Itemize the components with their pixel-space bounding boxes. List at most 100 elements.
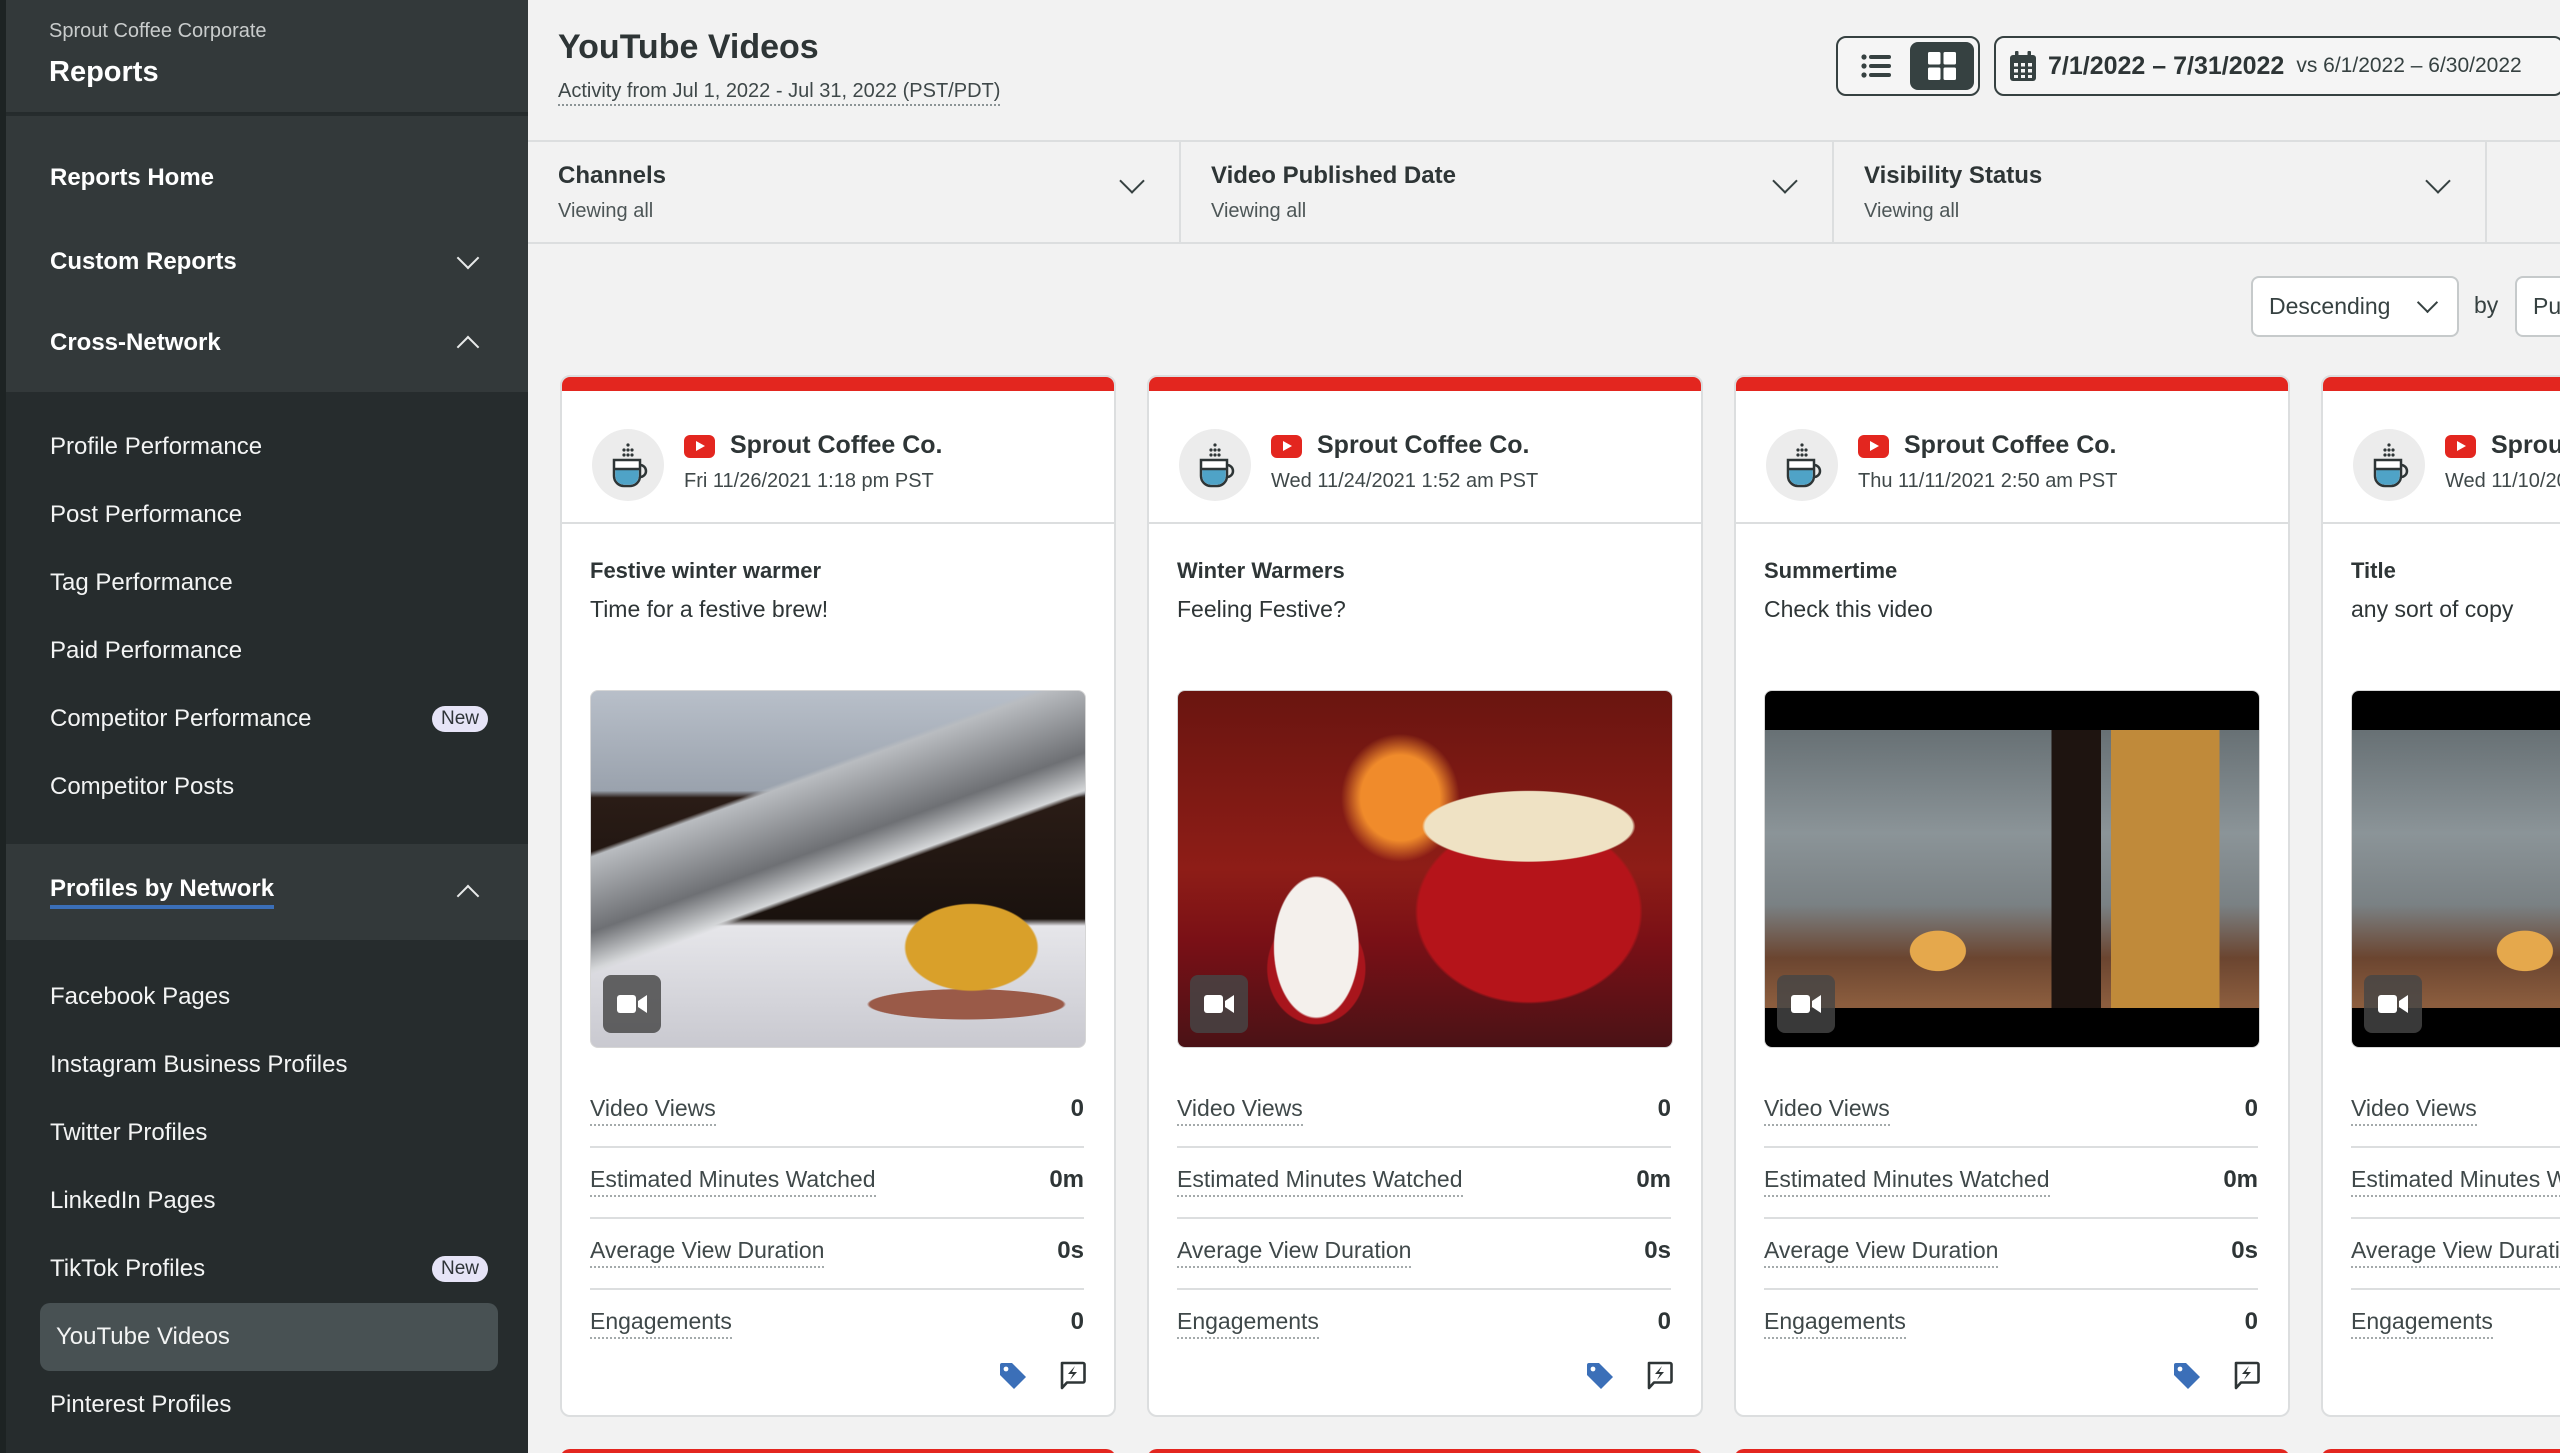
- profile-name[interactable]: Sprout Coffee Co.: [2491, 431, 2560, 460]
- chevron-down-icon: [1119, 168, 1145, 194]
- sidebar-item-label: YouTube Videos: [56, 1323, 230, 1350]
- video-card: Sprout Coffee Co. Wed 11/10/2021 Title a…: [2321, 375, 2560, 1417]
- profile-name[interactable]: Sprout Coffee Co.: [1317, 431, 1530, 460]
- sort-by-label: by: [2474, 292, 2499, 318]
- sidebar-item-label: Competitor Posts: [50, 773, 235, 800]
- date-range-picker[interactable]: 7/1/2022 – 7/31/2022 vs 6/1/2022 – 6/30/…: [1994, 36, 2560, 96]
- metric-label[interactable]: Engagements: [1177, 1308, 1319, 1339]
- filter-label: Visibility Status: [1864, 162, 2043, 189]
- video-title: Festive winter warmer: [590, 558, 822, 583]
- list-view-button[interactable]: [1844, 42, 1908, 90]
- video-thumbnail[interactable]: [1177, 690, 1673, 1048]
- sidebar-item-profiles-by-network[interactable]: Profiles by Network: [50, 866, 488, 918]
- sidebar-item-label: Facebook Pages: [50, 983, 231, 1010]
- post-date: Wed 11/10/2021: [2445, 470, 2560, 492]
- metric-row: Average View Duration: [2351, 1219, 2560, 1290]
- metric-label[interactable]: Estimated Minutes Watched: [1177, 1166, 1463, 1197]
- filter-visibility-status[interactable]: Visibility Status Viewing all: [1834, 142, 2487, 242]
- sort-direction-select[interactable]: Descending: [2251, 276, 2459, 337]
- sidebar-item-competitor-posts[interactable]: Competitor Posts: [50, 761, 488, 813]
- sort-field-value: Pu: [2533, 293, 2560, 319]
- boost-button[interactable]: [1058, 1361, 1086, 1391]
- boost-button[interactable]: [2232, 1361, 2260, 1391]
- video-thumbnail[interactable]: [2351, 690, 2560, 1048]
- date-range-vs: vs 6/1/2022 – 6/30/2022: [2296, 54, 2521, 78]
- page-title: YouTube Videos: [558, 28, 819, 66]
- date-range-primary: 7/1/2022 – 7/31/2022: [2048, 51, 2285, 80]
- sidebar-item-facebook-pages[interactable]: Facebook Pages: [50, 971, 488, 1023]
- sidebar-item-tag-performance[interactable]: Tag Performance: [50, 557, 488, 609]
- metrics-list: Video Views Estimated Minutes Watched Av…: [2351, 1077, 2560, 1361]
- chevron-down-icon: [2425, 168, 2451, 194]
- metric-label[interactable]: Video Views: [2351, 1095, 2477, 1126]
- metric-label[interactable]: Engagements: [2351, 1308, 2493, 1339]
- metric-label[interactable]: Video Views: [1764, 1095, 1890, 1126]
- metric-label[interactable]: Engagements: [590, 1308, 732, 1339]
- profile-name[interactable]: Sprout Coffee Co.: [730, 431, 943, 460]
- next-row-card-top: [560, 1449, 1116, 1453]
- card-actions: [1585, 1361, 1673, 1391]
- metric-row: Video Views 0: [1764, 1077, 2258, 1148]
- tag-button[interactable]: [998, 1361, 1028, 1391]
- metric-label[interactable]: Video Views: [1177, 1095, 1303, 1126]
- network-color-bar: [1149, 377, 1701, 391]
- tag-icon: [1587, 1363, 1613, 1389]
- video-title: Summertime: [1764, 558, 1898, 583]
- sidebar-item-youtube-videos[interactable]: YouTube Videos: [40, 1303, 498, 1371]
- sidebar-item-label: Profiles by Network: [50, 875, 275, 909]
- sidebar-item-profile-performance[interactable]: Profile Performance: [50, 421, 488, 473]
- sidebar-item-reports-home[interactable]: Reports Home: [50, 152, 488, 204]
- video-copy: Check this video: [1764, 596, 1933, 622]
- video-thumbnail[interactable]: [590, 690, 1086, 1048]
- card-header: Sprout Coffee Co. Wed 11/10/2021: [2323, 391, 2560, 524]
- sidebar-item-twitter-profiles[interactable]: Twitter Profiles: [50, 1107, 488, 1159]
- sidebar-item-linkedin-pages[interactable]: LinkedIn Pages: [50, 1175, 488, 1227]
- sidebar-item-label: Profile Performance: [50, 433, 263, 460]
- card-header: Sprout Coffee Co. Thu 11/11/2021 2:50 am…: [1736, 391, 2288, 524]
- video-camera-icon: [1791, 995, 1821, 1013]
- sidebar-item-tiktok-profiles[interactable]: TikTok Profiles New: [50, 1243, 488, 1295]
- profiles-by-network-header: Profiles by Network: [6, 844, 528, 940]
- video-card: Sprout Coffee Co. Wed 11/24/2021 1:52 am…: [1147, 375, 1703, 1417]
- filter-video-published-date[interactable]: Video Published Date Viewing all: [1181, 142, 1834, 242]
- sidebar-item-competitor-performance[interactable]: Competitor Performance New: [50, 693, 488, 745]
- filter-more[interactable]: [2487, 142, 2560, 242]
- tag-button[interactable]: [1585, 1361, 1615, 1391]
- metric-label[interactable]: Engagements: [1764, 1308, 1906, 1339]
- filter-value: Viewing all: [558, 200, 654, 222]
- vs-label: vs: [2296, 54, 2318, 77]
- sidebar-item-post-performance[interactable]: Post Performance: [50, 489, 488, 541]
- metrics-list: Video Views 0 Estimated Minutes Watched …: [1764, 1077, 2258, 1361]
- metric-label[interactable]: Average View Duration: [1177, 1237, 1412, 1268]
- sort-direction-value: Descending: [2269, 293, 2391, 319]
- metric-label[interactable]: Average View Duration: [590, 1237, 825, 1268]
- profile-name[interactable]: Sprout Coffee Co.: [1904, 431, 2117, 460]
- org-name: Sprout Coffee Corporate: [49, 20, 267, 42]
- sidebar-item-cross-network[interactable]: Cross-Network: [50, 317, 488, 369]
- sidebar-sections: Reports Home Custom Reports Cross-Networ…: [6, 116, 528, 392]
- sidebar-item-instagram-business-profiles[interactable]: Instagram Business Profiles: [50, 1039, 488, 1091]
- metric-label[interactable]: Estimated Minutes Watched: [2351, 1166, 2560, 1197]
- metric-label[interactable]: Estimated Minutes Watched: [590, 1166, 876, 1197]
- metric-label[interactable]: Average View Duration: [1764, 1237, 1999, 1268]
- network-color-bar: [562, 377, 1114, 391]
- grid-view-button[interactable]: [1910, 42, 1974, 90]
- video-badge: [2364, 975, 2422, 1033]
- metric-value: 0: [1657, 1095, 1671, 1122]
- metric-label[interactable]: Average View Duration: [2351, 1237, 2560, 1268]
- video-thumbnail[interactable]: [1764, 690, 2260, 1048]
- tag-button[interactable]: [2172, 1361, 2202, 1391]
- metric-label[interactable]: Estimated Minutes Watched: [1764, 1166, 2050, 1197]
- video-camera-icon: [617, 995, 647, 1013]
- boost-button[interactable]: [1645, 1361, 1673, 1391]
- activity-range[interactable]: Activity from Jul 1, 2022 - Jul 31, 2022…: [558, 80, 1001, 106]
- video-badge: [1777, 975, 1835, 1033]
- cross-network-group: Profile Performance Post Performance Tag…: [6, 392, 528, 844]
- sort-field-select[interactable]: Pu: [2515, 276, 2560, 337]
- sidebar-item-pinterest-profiles[interactable]: Pinterest Profiles: [50, 1379, 488, 1431]
- metric-label[interactable]: Video Views: [590, 1095, 716, 1126]
- sidebar-item-paid-performance[interactable]: Paid Performance: [50, 625, 488, 677]
- sidebar-item-custom-reports[interactable]: Custom Reports: [50, 236, 488, 288]
- post-date: Wed 11/24/2021 1:52 am PST: [1271, 470, 1539, 492]
- filter-channels[interactable]: Channels Viewing all: [528, 142, 1181, 242]
